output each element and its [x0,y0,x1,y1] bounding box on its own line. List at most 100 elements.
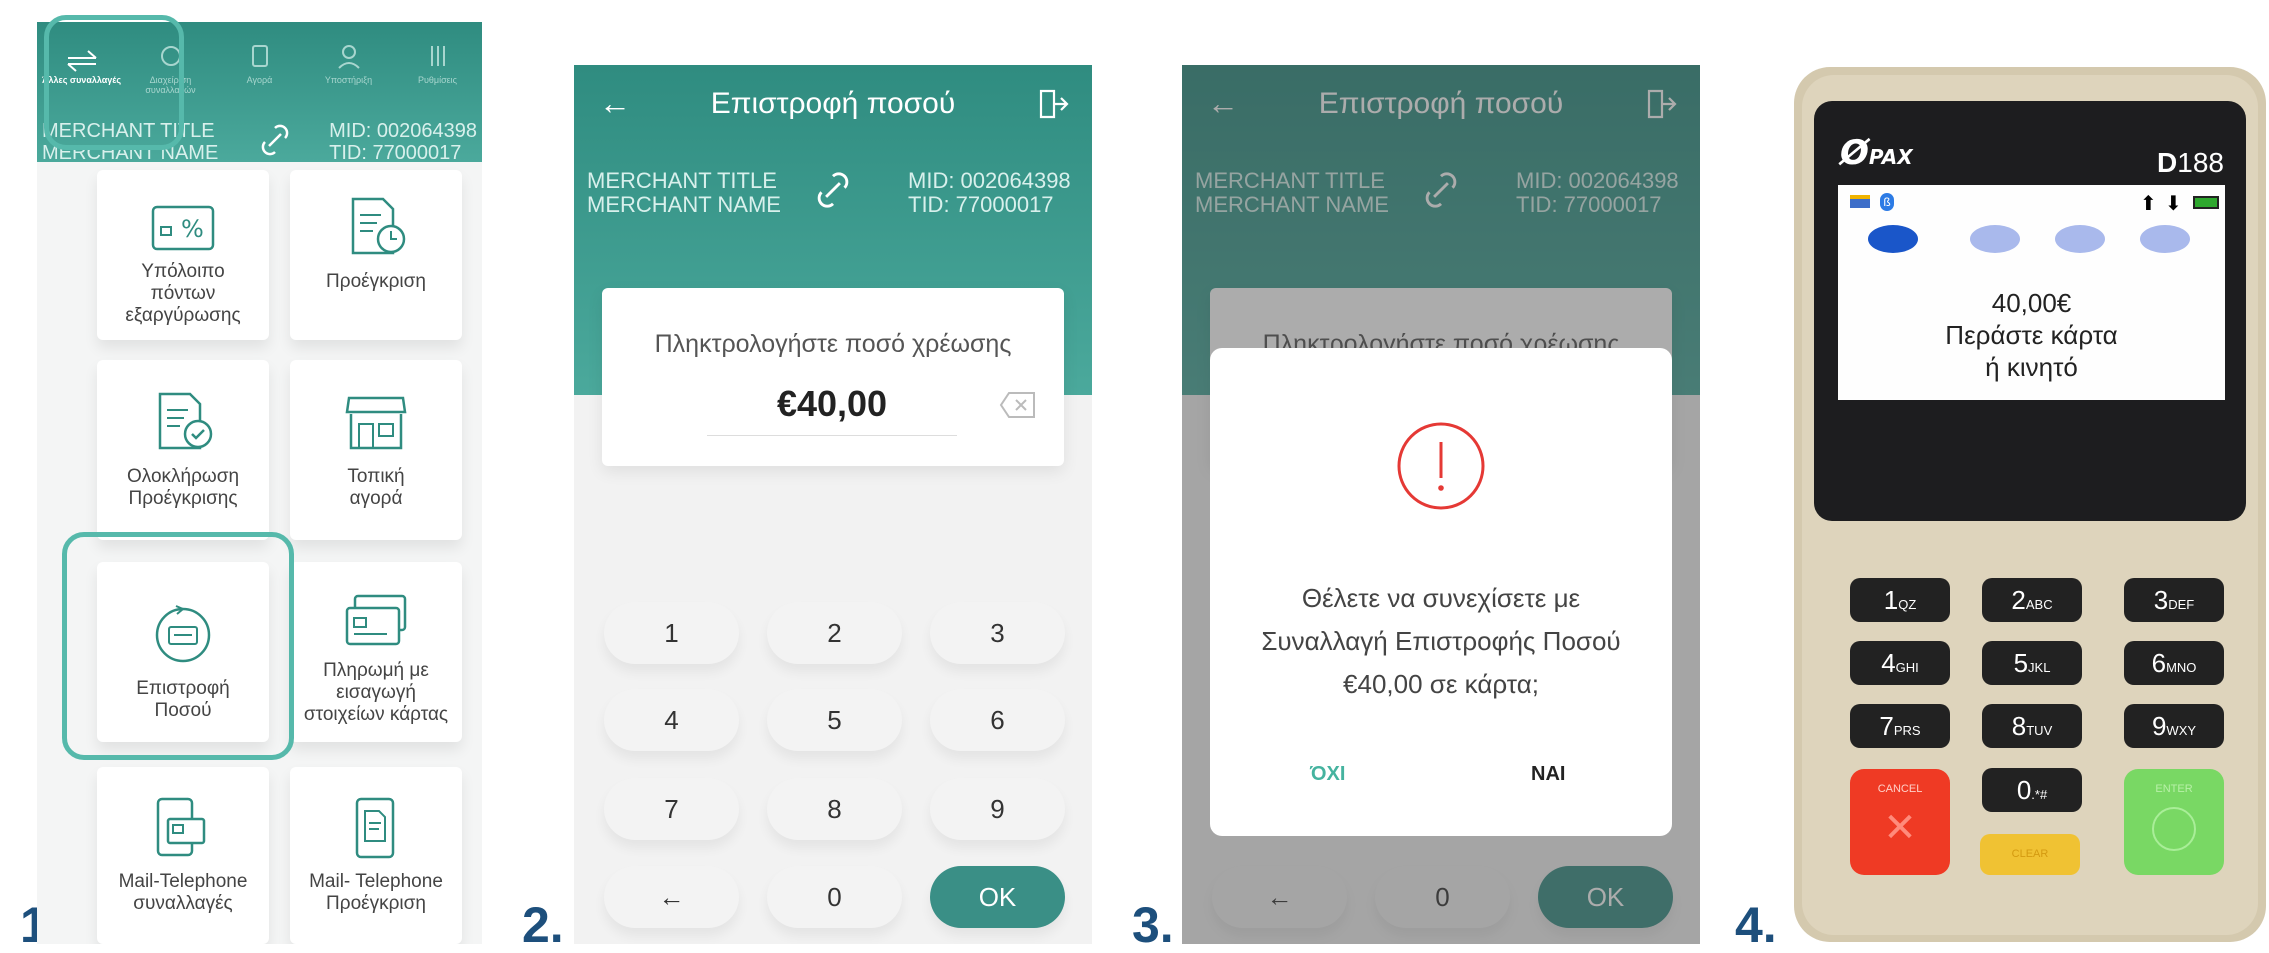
tab-label: Αγορά [246,75,273,85]
ok-button[interactable]: OK [930,866,1065,928]
confirm-line: Συναλλαγή Επιστροφής Ποσού [1261,626,1621,656]
tile-manual-card-payment[interactable]: Πληρωμή με εισαγωγή στοιχείων κάρτας [290,562,462,742]
terminal-key-8[interactable]: 8TUV [1982,704,2082,748]
terminal-key-3[interactable]: 3DEF [2124,578,2224,622]
document-check-icon [158,392,213,450]
tile-preauthorization[interactable]: Προέγκριση [290,170,462,340]
key-digit: 8 [2011,711,2027,741]
model-label: D188 [2157,147,2224,179]
terminal-key-6[interactable]: 6MNO [2124,641,2224,685]
keypad-key-3[interactable]: 3 [930,602,1065,664]
key-digit: 3 [2153,585,2169,615]
terminal-key-9[interactable]: 9WXY [2124,704,2224,748]
amount-prompt: Πληκτρολογήστε ποσό χρέωσης [654,330,1012,358]
link-icon [817,172,849,208]
exit-icon[interactable] [1036,87,1070,121]
key-letters: JKL [2028,660,2051,675]
battery-icon [2193,196,2219,209]
confirm-dialog: Θέλετε να συνεχίσετε με Συναλλαγή Επιστρ… [1210,348,1672,836]
clear-key[interactable]: CLEAR [1980,834,2080,875]
mid-value: MID: 002064398 [329,120,477,142]
key-digit: 9 [2151,711,2167,741]
brand-text: PAX [1868,145,1913,169]
keypad-key-4[interactable]: 4 [604,689,739,751]
sliders-icon [430,46,445,66]
pax-logo: ØPAX [1840,133,1913,173]
phone-card-icon [156,797,206,857]
refund-amount-entry-screen: ← Επιστροφή ποσού MERCHANT TITLE MERCHAN… [574,65,1092,944]
tile-label: Προέγκρισης [128,488,238,509]
indicator-led-3 [2055,225,2105,253]
enter-key[interactable]: ENTER [2124,769,2224,875]
terminal-key-1[interactable]: 1QZ [1850,578,1950,622]
tile-mail-telephone-transactions[interactable]: Mail-Telephone συναλλαγές [97,767,269,944]
key-digit: 0 [2016,775,2032,805]
download-arrow-icon: ⬇ [2165,193,2182,215]
keypad-key-5[interactable]: 5 [767,689,902,751]
enter-label: ENTER [2155,783,2193,795]
terminal-amount: 40,00€ [1991,288,2072,318]
svg-text:%: % [181,215,204,243]
terminal-key-2[interactable]: 2ABC [1982,578,2082,622]
tab-label: Ρυθμίσεις [417,75,458,85]
tile-label: Ολοκλήρωση [126,466,240,487]
tid-value: TID: 77000017 [908,192,1054,217]
bluetooth-icon: ß [1880,193,1894,211]
tab-support[interactable]: Υποστήριξη [304,40,393,95]
refund-confirm-screen: ← Επιστροφή ποσού MERCHANT TITLE MERCHAN… [1182,65,1700,944]
link-icon [261,124,289,156]
terminal-key-4[interactable]: 4GHI [1850,641,1950,685]
step-3-label: 3. [1132,897,1174,953]
key-letters: QZ [1898,597,1917,612]
card-icon [1850,195,1870,208]
terminal-ids: MID: 002064398 TID: 77000017 [329,120,477,164]
phone-doc-icon [355,797,395,859]
key-letters: MNO [2166,660,2197,675]
keypad-key-0[interactable]: 0 [767,866,902,928]
tile-label: εξαργύρωσης [125,305,241,326]
tile-preauth-completion[interactable]: Ολοκλήρωση Προέγκρισης [97,360,269,540]
key-letters: WXY [2166,723,2197,738]
terminal-key-5[interactable]: 5JKL [1982,641,2082,685]
keypad-key-2[interactable]: 2 [767,602,902,664]
key-letters: DEF [2168,597,2195,612]
mid-value: MID: 002064398 [908,168,1071,193]
no-button[interactable]: ΌΧΙ [1310,763,1345,786]
tile-label: Mail- Telephone [309,871,443,892]
tile-points-balance[interactable]: % Υπόλοιπο πόντων εξαργύρωσης [97,170,269,340]
terminal-key-0[interactable]: 0.*# [1982,768,2082,812]
amount-input[interactable]: €40,00 [707,383,957,436]
cancel-key[interactable]: CANCEL ✕ [1850,769,1950,875]
backspace-icon[interactable] [999,391,1037,419]
yes-button[interactable]: ΝΑΙ [1531,763,1565,786]
merchant-info: MERCHANT TITLE MERCHANT NAME [587,169,781,217]
keypad-key-8[interactable]: 8 [767,778,902,840]
cancel-label: CANCEL [1877,783,1923,795]
tile-label: συναλλαγές [133,893,233,914]
key-letters: GHI [1895,660,1919,675]
model-prefix: D [2157,147,2178,178]
pax-logo-swoosh-icon: Ø [1840,133,1869,173]
terminal-key-7[interactable]: 7PRS [1850,704,1950,748]
store-icon [345,396,407,450]
step-4-label: 4. [1735,897,1777,953]
tile-local-purchase[interactable]: Τοπική αγορά [290,360,462,540]
tile-mail-telephone-preauth[interactable]: Mail- Telephone Προέγκριση [290,767,462,944]
amount-card: Πληκτρολογήστε ποσό χρέωσης €40,00 [602,288,1064,466]
terminal-ids: MID: 002064398 TID: 77000017 [908,169,1071,217]
tile-label: Προέγκριση [326,893,426,914]
cards-icon [345,594,407,646]
card-hand-icon [251,45,268,67]
transactions-menu-screen: Άλλες συναλλαγές Διαχείριση συναλλαγών Α… [37,22,482,944]
points-percent-icon: % [151,205,215,251]
keypad-key-1[interactable]: 1 [604,602,739,664]
tab-settings[interactable]: Ρυθμίσεις [393,40,482,95]
keypad-key-6[interactable]: 6 [930,689,1065,751]
keypad-back-key[interactable]: ← [604,866,739,928]
key-digit: 5 [2013,648,2029,678]
keypad-key-7[interactable]: 7 [604,778,739,840]
tab-purchase[interactable]: Αγορά [215,40,304,95]
support-person-icon [337,45,360,69]
highlight-tab-other-transactions [44,15,184,150]
keypad-key-9[interactable]: 9 [930,778,1065,840]
